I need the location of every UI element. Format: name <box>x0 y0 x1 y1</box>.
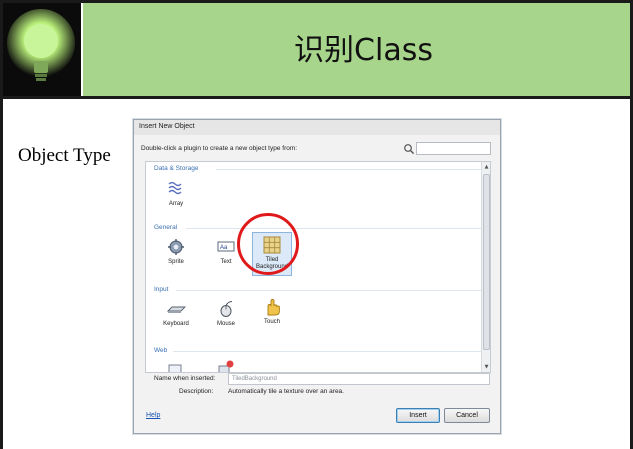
description-value: Automatically tile a texture over an are… <box>228 388 344 395</box>
group-label-data-storage: Data & Storage <box>154 165 199 172</box>
dialog-title: Insert New Object <box>139 123 195 130</box>
search-icon <box>404 144 415 155</box>
slide: 识别Class Object Type Insert New Object Do… <box>0 0 633 449</box>
plugin-keyboard[interactable]: Keyboard <box>157 300 195 328</box>
plugin-label: Text <box>220 259 232 265</box>
plugin-label: Array <box>168 201 184 207</box>
web-plugin-icon-2 <box>218 360 234 372</box>
group-rule <box>216 169 482 170</box>
lightbulb-logo <box>3 3 81 96</box>
group-rule <box>173 351 482 352</box>
plugin-label: Sprite <box>168 259 184 265</box>
plugin-array[interactable]: Array <box>157 180 195 208</box>
plugin-label: Mouse <box>216 321 235 327</box>
touch-icon <box>267 299 280 316</box>
dialog-instruction: Double-click a plugin to create a new ob… <box>141 145 298 152</box>
group-rule <box>176 290 482 291</box>
object-type-label: Object Type <box>18 145 111 166</box>
cancel-button[interactable]: Cancel <box>444 408 490 423</box>
lightbulb-icon <box>7 9 75 81</box>
search-input[interactable] <box>416 142 491 155</box>
scroll-down-arrow-icon[interactable]: ▼ <box>483 363 490 371</box>
insert-button[interactable]: Insert <box>396 408 440 423</box>
name-when-inserted-field[interactable]: TiledBackground <box>228 373 490 385</box>
plugin-list[interactable]: Data & Storage Array General Sprite Aa T… <box>145 161 491 373</box>
plugin-touch[interactable]: Touch <box>252 298 292 326</box>
sprite-icon <box>168 239 184 255</box>
name-when-inserted-label: Name when inserted: <box>154 375 216 382</box>
scroll-thumb[interactable] <box>483 174 490 350</box>
scroll-up-arrow-icon[interactable]: ▲ <box>483 163 490 171</box>
text-icon: Aa <box>217 241 235 252</box>
list-scrollbar[interactable]: ▲ ▼ <box>481 162 490 372</box>
help-link[interactable]: Help <box>146 412 160 419</box>
header-divider <box>3 96 630 99</box>
plugin-sprite[interactable]: Sprite <box>157 238 195 266</box>
array-icon <box>168 181 182 195</box>
group-label-web: Web <box>154 347 168 354</box>
dialog-titlebar[interactable]: Insert New Object <box>134 120 500 135</box>
group-rule <box>186 228 482 229</box>
svg-text:Aa: Aa <box>220 245 228 251</box>
highlight-circle <box>237 213 299 275</box>
group-label-input: Input <box>154 286 169 293</box>
insert-new-object-dialog: Insert New Object Double-click a plugin … <box>133 119 501 434</box>
web-plugin-icon <box>168 364 182 372</box>
plugin-mouse[interactable]: Mouse <box>207 300 245 328</box>
slide-title: 识别Class <box>294 32 433 68</box>
description-label: Description: <box>179 388 214 395</box>
keyboard-icon <box>166 306 186 313</box>
mouse-icon <box>220 301 233 317</box>
plugin-label: Touch <box>263 319 280 325</box>
group-label-general: General <box>154 224 178 231</box>
plugin-label: Keyboard <box>163 321 189 327</box>
